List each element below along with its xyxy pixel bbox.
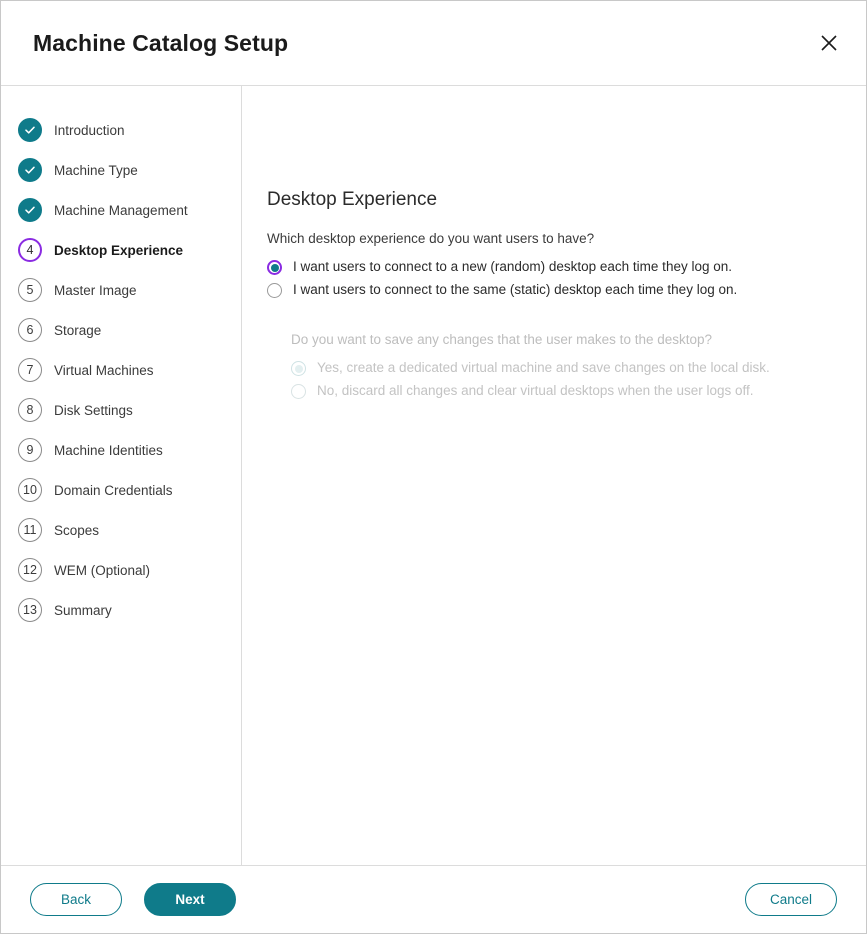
primary-question-label: Which desktop experience do you want use… (267, 231, 595, 246)
sidebar-item-label: Disk Settings (54, 402, 133, 418)
sidebar-item-label: Summary (54, 602, 112, 618)
main-content: Desktop Experience Which desktop experie… (242, 86, 866, 865)
dialog-header: Machine Catalog Setup (1, 1, 866, 86)
check-icon (18, 198, 42, 222)
machine-catalog-setup-dialog: Machine Catalog Setup Introduction Machin… (0, 0, 867, 934)
radio-option-label: Yes, create a dedicated virtual machine … (317, 360, 770, 375)
sidebar-item-disk-settings[interactable]: 8 Disk Settings (1, 390, 241, 430)
sidebar-item-label: Introduction (54, 122, 125, 138)
step-number-badge: 9 (18, 438, 42, 462)
footer-left-actions: Back Next (30, 883, 236, 916)
radio-option: Yes, create a dedicated virtual machine … (291, 359, 866, 377)
section-title: Desktop Experience (267, 189, 438, 210)
sidebar-item-label: Desktop Experience (54, 242, 184, 258)
sidebar-item-machine-identities[interactable]: 9 Machine Identities (1, 430, 241, 470)
radio-unselected-icon (291, 384, 306, 399)
cancel-button[interactable]: Cancel (745, 883, 837, 916)
step-number-badge: 10 (18, 478, 42, 502)
step-number-badge: 5 (18, 278, 42, 302)
close-button[interactable] (812, 26, 846, 60)
footer-right-actions: Cancel (745, 883, 837, 916)
step-number-badge: 6 (18, 318, 42, 342)
sidebar-item-machine-type[interactable]: Machine Type (1, 150, 241, 190)
sidebar-item-label: WEM (Optional) (54, 562, 151, 578)
sidebar-item-machine-management[interactable]: Machine Management (1, 190, 241, 230)
sidebar-item-scopes[interactable]: 11 Scopes (1, 510, 241, 550)
page-title: Machine Catalog Setup (33, 29, 289, 56)
sidebar-item-introduction[interactable]: Introduction (1, 110, 241, 150)
step-number-badge: 7 (18, 358, 42, 382)
check-icon (18, 158, 42, 182)
sidebar-item-domain-credentials[interactable]: 10 Domain Credentials (1, 470, 241, 510)
sidebar-item-summary[interactable]: 13 Summary (1, 590, 241, 630)
secondary-radio-group: Yes, create a dedicated virtual machine … (291, 359, 866, 400)
secondary-question-label: Do you want to save any changes that the… (291, 332, 713, 347)
back-button[interactable]: Back (30, 883, 122, 916)
radio-option[interactable]: I want users to connect to a new (random… (267, 258, 866, 276)
primary-radio-group: I want users to connect to a new (random… (267, 258, 866, 299)
sidebar-item-label: Storage (54, 322, 102, 338)
sidebar-item-label: Machine Identities (54, 442, 163, 458)
secondary-section: Do you want to save any changes that the… (291, 332, 866, 400)
sidebar-item-label: Master Image (54, 282, 137, 298)
sidebar-item-storage[interactable]: 6 Storage (1, 310, 241, 350)
wizard-steps-sidebar: Introduction Machine Type Machine Manageme… (1, 86, 242, 865)
step-number-badge: 4 (18, 238, 42, 262)
sidebar-item-master-image[interactable]: 5 Master Image (1, 270, 241, 310)
radio-selected-icon[interactable] (267, 260, 282, 275)
dialog-body: Introduction Machine Type Machine Manageme… (1, 86, 866, 865)
step-number-badge: 13 (18, 598, 42, 622)
radio-unselected-icon[interactable] (267, 283, 282, 298)
sidebar-item-label: Virtual Machines (54, 362, 154, 378)
sidebar-item-label: Machine Type (54, 162, 138, 178)
dialog-footer: Back Next Cancel (1, 865, 866, 933)
radio-option-label: I want users to connect to a new (random… (293, 259, 732, 274)
next-button[interactable]: Next (144, 883, 236, 916)
radio-option-label: I want users to connect to the same (sta… (293, 282, 738, 297)
radio-option-label: No, discard all changes and clear virtua… (317, 383, 754, 398)
sidebar-item-label: Scopes (54, 522, 100, 538)
radio-selected-icon (291, 361, 306, 376)
check-icon (18, 118, 42, 142)
step-number-badge: 8 (18, 398, 42, 422)
sidebar-item-desktop-experience[interactable]: 4 Desktop Experience (1, 230, 241, 270)
radio-option: No, discard all changes and clear virtua… (291, 382, 866, 400)
radio-option[interactable]: I want users to connect to the same (sta… (267, 281, 866, 299)
sidebar-item-label: Machine Management (54, 202, 188, 218)
step-number-badge: 11 (18, 518, 42, 542)
sidebar-item-wem-optional[interactable]: 12 WEM (Optional) (1, 550, 241, 590)
step-number-badge: 12 (18, 558, 42, 582)
sidebar-item-virtual-machines[interactable]: 7 Virtual Machines (1, 350, 241, 390)
sidebar-item-label: Domain Credentials (54, 482, 173, 498)
close-icon (819, 33, 839, 53)
